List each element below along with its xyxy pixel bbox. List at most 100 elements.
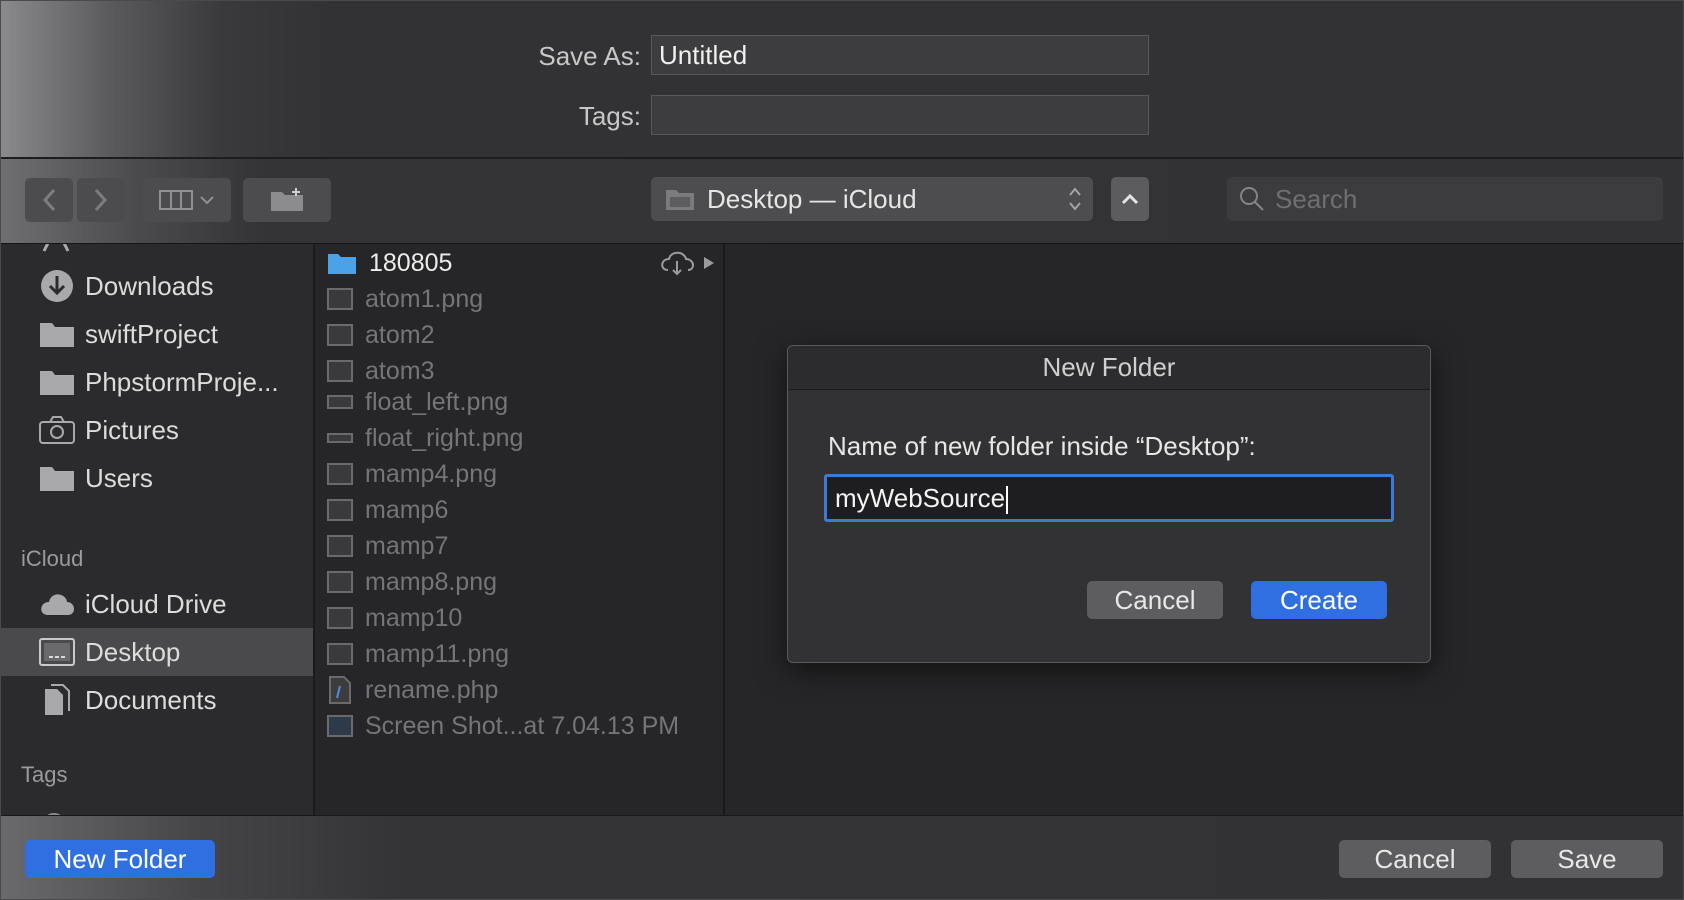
save-as-label: Save As: bbox=[538, 41, 641, 71]
file-name: Screen Shot...at 7.04.13 PM bbox=[365, 711, 680, 740]
back-button[interactable] bbox=[25, 178, 73, 222]
file-name: atom3 bbox=[365, 356, 435, 385]
view-mode-button[interactable] bbox=[143, 178, 231, 222]
file-name: mamp8.png bbox=[365, 567, 498, 596]
save-as-field[interactable]: Untitled bbox=[651, 35, 1149, 75]
sidebar-item-users[interactable]: Users bbox=[1, 454, 313, 502]
sidebar-heading-icloud: iCloud bbox=[21, 546, 84, 571]
sidebar-item-desktop[interactable]: Desktop bbox=[1, 628, 313, 676]
folder-name-value: myWebSource bbox=[835, 483, 1006, 513]
sidebar-item-label: swiftProject bbox=[85, 318, 218, 349]
file-row[interactable]: mamp8.png bbox=[315, 565, 723, 599]
image-file-icon bbox=[327, 360, 353, 382]
sidebar-item-downloads[interactable]: Downloads bbox=[1, 262, 313, 310]
sidebar-item-tag[interactable] bbox=[1, 794, 313, 815]
chevron-down-icon bbox=[200, 196, 214, 205]
save-dialog-window: Save As: Untitled Tags: Desktop — iCloud bbox=[0, 0, 1684, 900]
chevron-left-icon bbox=[42, 188, 56, 212]
new-folder-icon bbox=[271, 188, 303, 211]
tag-circle-icon bbox=[47, 813, 61, 815]
file-row[interactable]: float_left.png bbox=[315, 385, 723, 419]
search-field[interactable]: Search bbox=[1227, 177, 1663, 221]
dialog-prompt: Name of new folder inside “Desktop”: bbox=[828, 431, 1256, 461]
dialog-cancel-button[interactable]: Cancel bbox=[1087, 581, 1223, 619]
image-file-icon bbox=[327, 463, 353, 485]
image-file-icon bbox=[327, 433, 353, 443]
sidebar-item-label: Desktop bbox=[85, 636, 181, 667]
file-name: atom1.png bbox=[365, 284, 484, 313]
file-row[interactable]: mamp4.png bbox=[315, 457, 723, 491]
sidebar-item-documents[interactable]: Documents bbox=[1, 676, 313, 724]
cloud-download-icon bbox=[661, 251, 694, 276]
cloud-icon bbox=[41, 594, 74, 615]
tags-field[interactable] bbox=[651, 95, 1149, 135]
collapse-button[interactable] bbox=[1111, 177, 1149, 221]
file-row[interactable]: mamp7 bbox=[315, 529, 723, 563]
file-name: mamp7 bbox=[365, 531, 449, 560]
download-icon bbox=[41, 270, 73, 302]
new-folder-dialog: New Folder Name of new folder inside “De… bbox=[787, 345, 1431, 663]
camera-icon bbox=[39, 416, 75, 444]
file-list-column: 180805 atom1.png atom2 atom3 float_left.… bbox=[315, 244, 725, 815]
sidebar-item-phpstormprojects[interactable]: PhpstormProje... bbox=[1, 358, 313, 406]
file-row-folder[interactable]: 180805 bbox=[315, 246, 723, 280]
file-row[interactable]: mamp11.png bbox=[315, 637, 723, 671]
file-name: 180805 bbox=[369, 248, 453, 277]
search-icon bbox=[1240, 187, 1264, 211]
search-placeholder: Search bbox=[1275, 183, 1358, 214]
file-name: mamp10 bbox=[365, 603, 463, 632]
image-file-icon bbox=[327, 607, 353, 629]
file-row[interactable]: rename.php bbox=[315, 673, 723, 707]
image-file-icon bbox=[327, 535, 353, 557]
chevron-right-icon bbox=[94, 188, 108, 212]
file-name: atom2 bbox=[365, 320, 435, 349]
sidebar-item-label: Downloads bbox=[85, 270, 214, 301]
folder-name-input[interactable]: myWebSource bbox=[824, 474, 1394, 522]
sidebar-item-label: Users bbox=[85, 462, 153, 493]
file-name: mamp6 bbox=[365, 495, 449, 524]
image-file-icon bbox=[327, 395, 353, 409]
forward-button[interactable] bbox=[77, 178, 125, 222]
sidebar-item-pictures[interactable]: Pictures bbox=[1, 406, 313, 454]
new-folder-button[interactable]: New Folder bbox=[25, 840, 215, 878]
location-label: Desktop — iCloud bbox=[707, 183, 917, 214]
toolbar: Desktop — iCloud Search bbox=[1, 159, 1683, 244]
file-row[interactable]: Screen Shot...at 7.04.13 PM bbox=[315, 709, 723, 743]
dialog-title: New Folder bbox=[788, 346, 1430, 390]
file-name: float_right.png bbox=[365, 423, 524, 452]
desktop-icon bbox=[39, 638, 75, 666]
create-button[interactable]: Create bbox=[1251, 581, 1387, 619]
text-caret bbox=[1006, 486, 1009, 515]
columns-view-icon bbox=[159, 190, 193, 210]
file-row[interactable]: mamp10 bbox=[315, 601, 723, 635]
file-name: mamp4.png bbox=[365, 459, 498, 488]
image-file-icon bbox=[327, 643, 353, 665]
save-button[interactable]: Save bbox=[1511, 840, 1663, 878]
file-row[interactable]: atom3 bbox=[315, 354, 723, 388]
folder-icon bbox=[40, 323, 74, 347]
location-popup[interactable]: Desktop — iCloud bbox=[651, 177, 1093, 221]
folder-icon bbox=[40, 371, 74, 395]
sidebar-item-swiftproject[interactable]: swiftProject bbox=[1, 310, 313, 358]
sidebar-item-applications[interactable] bbox=[1, 244, 313, 262]
sidebar: Downloads swiftProject PhpstormProje... … bbox=[1, 244, 315, 815]
new-folder-toolbar-button[interactable] bbox=[243, 178, 331, 222]
file-name: float_left.png bbox=[365, 387, 509, 416]
sidebar-item-label: PhpstormProje... bbox=[85, 366, 279, 397]
sidebar-heading-tags: Tags bbox=[21, 762, 68, 787]
sidebar-item-label: Documents bbox=[85, 684, 217, 715]
file-row[interactable]: mamp6 bbox=[315, 493, 723, 527]
cancel-button[interactable]: Cancel bbox=[1339, 840, 1491, 878]
file-row[interactable]: atom2 bbox=[315, 318, 723, 352]
document-icon bbox=[45, 684, 70, 715]
file-row[interactable]: atom1.png bbox=[315, 282, 723, 316]
desktop-folder-icon bbox=[666, 190, 694, 210]
chevron-up-icon bbox=[1121, 193, 1139, 205]
sidebar-item-label: iCloud Drive bbox=[85, 588, 227, 619]
folder-icon bbox=[40, 467, 74, 491]
sidebar-item-icloud-drive[interactable]: iCloud Drive bbox=[1, 580, 313, 628]
sidebar-item-label: Pictures bbox=[85, 414, 179, 445]
file-row[interactable]: float_right.png bbox=[315, 421, 723, 455]
up-down-chevron-icon bbox=[1069, 187, 1081, 211]
tags-label: Tags: bbox=[578, 101, 641, 131]
